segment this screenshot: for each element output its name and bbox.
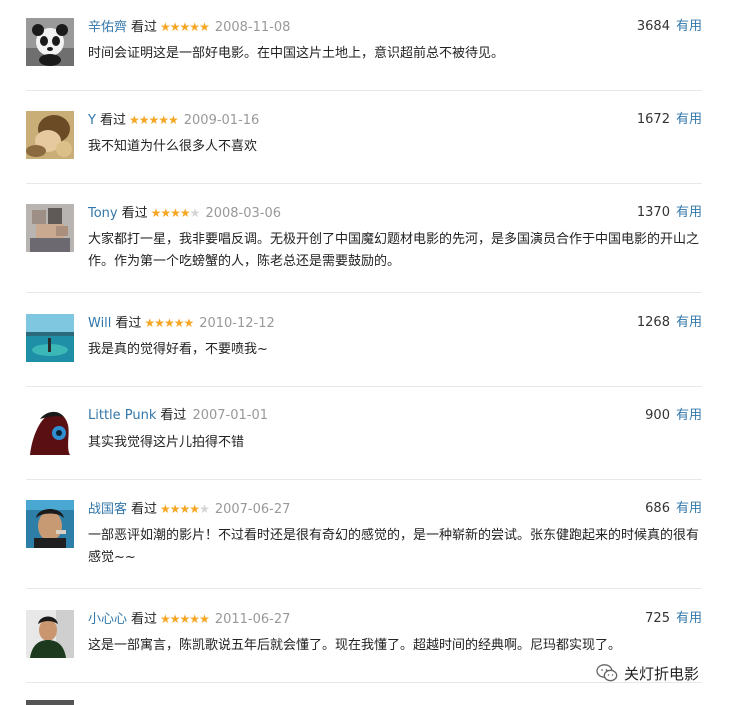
useful-button[interactable]: 有用 (676, 19, 702, 34)
review-text: 我是真的觉得好看，不要喷我~ (88, 342, 268, 357)
review-meta: Tony 看过 ★★★★★ 2008-03-06 (88, 202, 281, 224)
review-date: 2011-06-27 (214, 612, 291, 627)
vote-count: 725 (645, 611, 670, 626)
avatar[interactable] (26, 700, 74, 705)
useful-button[interactable]: 有用 (676, 112, 702, 127)
star-rating: ★★★★★ (144, 316, 194, 330)
vote-count: 1268 (636, 315, 670, 330)
wechat-icon (596, 664, 618, 682)
review-item: 辛佑齊 看过 ★★★★★ 2008-11-08 3684 有用 时间会证明这是一部好电影… (26, 16, 702, 91)
username-link[interactable]: Little Punk (88, 408, 156, 423)
username-link[interactable]: Will (88, 316, 111, 331)
vote-count: 1672 (636, 112, 670, 127)
review-item: Tony 看过 ★★★★★ 2008-03-06 1370 有用 大家都打一星，我非要唱… (26, 202, 702, 293)
review-item: Y 看过 ★★★★★ 2009-01-16 1672 有用 我不知道为什么很多人不喜欢 (26, 109, 702, 184)
star-rating: ★★★★★ (160, 502, 210, 516)
review-text: 其实我觉得这片儿拍得不错 (88, 435, 245, 450)
watched-label: 看过 (131, 20, 158, 35)
vote-area: 1370 有用 (637, 202, 702, 224)
review-text: 一部恶评如潮的影片！不过看时还是很有奇幻的感觉的，是一种崭新的尝试。张东健跑起来… (88, 528, 700, 565)
review-meta: Will 看过 ★★★★★ 2010-12-12 (88, 312, 275, 334)
review-date: 2009-01-16 (183, 113, 260, 128)
username-link[interactable]: Tony (88, 206, 118, 221)
star-icon: ★★★★★ (128, 113, 179, 127)
star-rating: ★★★★★ (160, 20, 210, 34)
vote-count: 1370 (636, 205, 670, 220)
avatar[interactable] (26, 111, 74, 159)
vote-area: 1672 有用 (637, 109, 702, 131)
watched-label: 看过 (115, 316, 142, 331)
review-text: 这是一部寓言，陈凯歌说五年后就会懂了。现在我懂了。超越时间的经典啊。尼玛都实现了… (88, 638, 622, 653)
username-link[interactable]: 辛佑齊 (88, 20, 127, 35)
star-icon: ★★★★ (150, 206, 191, 220)
vote-count: 900 (645, 408, 670, 423)
vote-area: 3684 有用 (637, 16, 702, 38)
watched-label: 看过 (131, 612, 158, 627)
useful-button[interactable]: 有用 (676, 501, 702, 516)
avatar[interactable] (26, 18, 74, 66)
review-item: Little Punk 看过 2007-01-01 900 有用 其实我觉得这片儿拍得… (26, 405, 702, 480)
vote-area: 900 有用 (645, 405, 702, 427)
review-date: 2008-03-06 (205, 206, 281, 221)
star-icon: ★★★★★ (160, 612, 210, 626)
star-rating: ★★★★★ (128, 113, 179, 127)
watermark-text: 关灯折电影 (624, 664, 700, 683)
review-date: 2007-06-27 (214, 502, 291, 517)
avatar[interactable] (26, 610, 74, 658)
avatar[interactable] (26, 407, 74, 455)
review-date: 2007-01-01 (192, 408, 268, 423)
star-icon: ★★★★★ (160, 20, 210, 34)
star-empty-icon: ★ (199, 502, 210, 516)
avatar[interactable] (26, 500, 74, 548)
vote-area: 1268 有用 (637, 312, 702, 334)
review-meta: Y 看过 ★★★★★ 2009-01-16 (88, 109, 259, 131)
review-text: 大家都打一星，我非要唱反调。无极开创了中国魔幻题材电影的先河，是多国演员合作于中… (88, 232, 700, 269)
star-rating: ★★★★★ (150, 206, 201, 220)
useful-button[interactable]: 有用 (676, 611, 702, 626)
watermark: 关灯折电影 (596, 661, 699, 685)
vote-count: 3684 (636, 19, 670, 34)
review-meta: 辛佑齊 看过 ★★★★★ 2008-11-08 (88, 16, 290, 38)
watched-label: 看过 (131, 502, 158, 517)
review-meta: 小心心 看过 ★★★★★ 2011-06-27 (88, 608, 290, 630)
useful-button[interactable]: 有用 (676, 205, 702, 220)
avatar[interactable] (26, 314, 74, 362)
star-empty-icon: ★ (189, 206, 201, 220)
review-meta: 战国客 看过 ★★★★★ 2007-06-27 (88, 498, 290, 520)
review-text: 时间会证明这是一部好电影。在中国这片土地上，意识超前总不被待见。 (88, 46, 505, 61)
watched-label: 看过 (121, 206, 148, 221)
vote-area: 686 有用 (645, 498, 702, 520)
review-item: 战国客 看过 ★★★★★ 2007-06-27 686 有用 一部恶评如潮的影片！不过看… (26, 498, 702, 589)
vote-count: 686 (645, 501, 670, 516)
avatar[interactable] (26, 204, 74, 252)
username-link[interactable]: Y (88, 113, 96, 128)
username-link[interactable]: 战国客 (88, 502, 127, 517)
review-meta: Little Punk 看过 2007-01-01 (88, 405, 268, 427)
review-item: Will 看过 ★★★★★ 2010-12-12 1268 有用 我是真的觉得好看，不要… (26, 312, 702, 387)
username-link[interactable]: 小心心 (88, 612, 127, 627)
review-text: 我不知道为什么很多人不喜欢 (88, 139, 258, 154)
star-icon: ★★★★ (160, 502, 200, 516)
vote-area: 725 有用 (645, 608, 702, 630)
watched-label: 看过 (160, 408, 187, 423)
review-date: 2010-12-12 (199, 316, 275, 331)
review-date: 2008-11-08 (214, 20, 291, 35)
watched-label: 看过 (99, 113, 126, 128)
useful-button[interactable]: 有用 (676, 408, 702, 423)
star-icon: ★★★★★ (144, 316, 194, 330)
useful-button[interactable]: 有用 (676, 315, 702, 330)
star-rating: ★★★★★ (160, 612, 210, 626)
